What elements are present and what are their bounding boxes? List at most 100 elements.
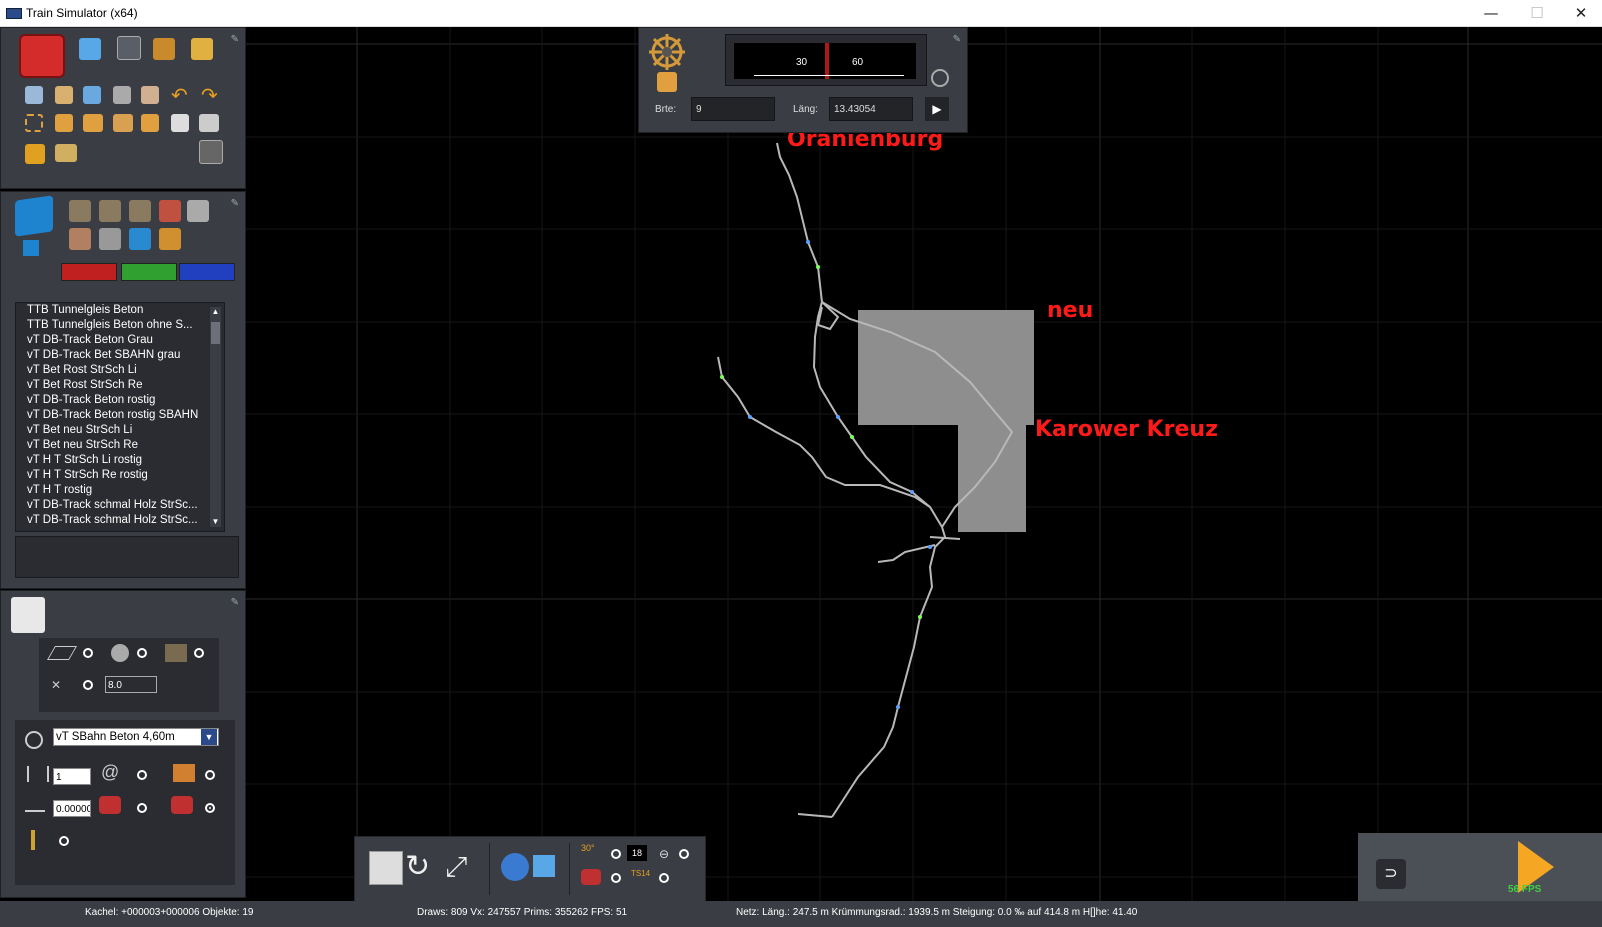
ball-icon[interactable] [199, 140, 223, 164]
trash-icon[interactable] [113, 86, 131, 104]
cube-icon[interactable] [15, 195, 53, 237]
magnet-ramp-radio[interactable] [205, 803, 215, 813]
monitor-icon[interactable] [83, 86, 101, 104]
split-icon[interactable] [55, 114, 73, 132]
plane-radio[interactable] [83, 648, 93, 658]
track-list-item[interactable]: vT Bet Rost StrSch Li [16, 363, 205, 378]
small-cube-icon[interactable] [23, 240, 39, 256]
play-small-button[interactable]: ▶ [925, 97, 949, 121]
grid-snap-icon[interactable] [171, 114, 189, 132]
track-list-item[interactable]: vT Bet neu StrSch Re [16, 438, 205, 453]
track-list-item[interactable]: vT DB-Track schmal Holz StrSc... [16, 513, 205, 528]
measure-icon[interactable] [55, 144, 77, 162]
track-list-item[interactable]: vT DB-Track Beton rostig SBAHN [16, 408, 205, 423]
spacing-radio[interactable] [83, 680, 93, 690]
rule-icon [25, 731, 43, 749]
favorites-red-icon[interactable] [61, 263, 117, 281]
track-list-item[interactable]: vT DB-Track Bet SBAHN grau [16, 348, 205, 363]
home-icon[interactable] [79, 38, 101, 60]
plane-icon [46, 646, 78, 660]
paste-icon[interactable] [55, 86, 73, 104]
fullscreen-icon[interactable] [369, 851, 403, 885]
sack-icon[interactable] [159, 228, 181, 250]
track-list-item[interactable]: TTB Tunnelgleis Beton ohne S... [16, 318, 205, 333]
play-box: ⊃ 56 FPS [1358, 833, 1602, 901]
track-list-item[interactable]: vT DB-Track Beton Grau [16, 333, 205, 348]
scroll-up-icon[interactable]: ▲ [211, 307, 220, 317]
duplicate-icon[interactable] [141, 86, 159, 104]
toolbox-icon[interactable] [19, 34, 65, 78]
join-icon[interactable] [83, 114, 103, 132]
length-input[interactable]: 13.43054 [829, 97, 913, 121]
close-button[interactable]: ✕ [1558, 0, 1602, 26]
track-list-item[interactable]: vT H T rostig [16, 483, 205, 498]
pin-icon[interactable]: ✎ [231, 198, 239, 209]
spacing-input[interactable]: 8.0 [105, 676, 157, 693]
redo-icon[interactable]: ↷ [201, 83, 218, 107]
angle-icon[interactable] [199, 114, 219, 132]
snap-icon[interactable] [141, 114, 159, 132]
track-list-item[interactable]: TTB Tunnelgleis Beton [16, 303, 205, 318]
disc-icon [111, 644, 129, 662]
disc-radio[interactable] [137, 648, 147, 658]
water-icon[interactable] [129, 228, 151, 250]
gradient-input[interactable]: 0.00000 [53, 800, 91, 817]
lock-radio[interactable] [679, 849, 689, 859]
camera-up-icon[interactable] [657, 72, 677, 92]
track-list-item[interactable]: vT Bet neu StrSch Li [16, 423, 205, 438]
scroll-thumb[interactable] [211, 322, 220, 344]
new-area-polygon [858, 310, 1034, 532]
ts-radio[interactable] [659, 873, 669, 883]
track-list[interactable]: TTB Tunnelgleis Beton TTB Tunnelgleis Bet… [15, 302, 225, 532]
pin-icon[interactable]: ✎ [231, 34, 239, 45]
count-input[interactable]: 1 [53, 768, 91, 785]
unlock-icon[interactable]: ⊃ [1376, 859, 1406, 889]
track-list-item[interactable]: vT DB-Track schmal Holz StrSc... [16, 498, 205, 513]
width-input[interactable]: 9 [691, 97, 775, 121]
minimize-button[interactable]: — [1468, 0, 1514, 26]
lock-icon[interactable]: ⊖ [659, 847, 669, 861]
checklist-icon[interactable] [11, 597, 45, 633]
connect-icon[interactable] [25, 144, 45, 164]
settings-gear-icon[interactable] [931, 69, 949, 87]
scroll-down-icon[interactable]: ▼ [211, 517, 220, 527]
maximize-button[interactable]: ☐ [1514, 0, 1560, 26]
layer-icon[interactable] [113, 114, 133, 132]
zoom-fit-icon[interactable]: ⤢ [445, 849, 467, 885]
track-list-item[interactable]: vT H T StrSch Li rostig [16, 453, 205, 468]
grid-radio[interactable] [611, 849, 621, 859]
bridge-icon[interactable] [69, 228, 91, 250]
magnet-toolbar-radio[interactable] [611, 873, 621, 883]
wall-icon[interactable] [159, 200, 181, 222]
ramp-radio[interactable] [205, 770, 215, 780]
rail-radio[interactable] [194, 648, 204, 658]
rotate-icon[interactable]: ↻ [405, 849, 430, 885]
compass-icon[interactable] [647, 32, 687, 72]
favorites-green-icon[interactable] [121, 263, 177, 281]
select-rect-icon[interactable] [25, 114, 43, 132]
track-type-2-icon[interactable] [99, 200, 121, 222]
track-tool-icon[interactable] [117, 36, 141, 60]
train-icon[interactable] [191, 38, 213, 60]
undo-icon[interactable]: ↶ [171, 83, 188, 107]
chevron-down-icon[interactable]: ▼ [201, 729, 217, 745]
brush-icon[interactable] [153, 38, 175, 60]
pin-icon[interactable]: ✎ [231, 597, 239, 608]
pin-icon[interactable]: ✎ [953, 34, 961, 45]
track-list-item[interactable]: vT DB-Track Beton rostig [16, 393, 205, 408]
tunnel-icon[interactable] [99, 228, 121, 250]
favorites-blue-icon[interactable] [179, 263, 235, 281]
world-icon[interactable] [501, 853, 529, 881]
pole-radio[interactable] [59, 836, 69, 846]
track-type-1-icon[interactable] [69, 200, 91, 222]
list-scrollbar[interactable]: ▲ ▼ [210, 307, 221, 527]
magnet-radio[interactable] [137, 803, 147, 813]
road-icon[interactable] [187, 200, 209, 222]
spiral-radio[interactable] [137, 770, 147, 780]
track-list-item[interactable]: vT H T StrSch Re rostig [16, 468, 205, 483]
home-view-icon[interactable] [533, 855, 555, 877]
copy-icon[interactable] [25, 86, 43, 104]
rule-select[interactable]: vT SBahn Beton 4,60m [53, 728, 219, 746]
track-type-3-icon[interactable] [129, 200, 151, 222]
track-list-item[interactable]: vT Bet Rost StrSch Re [16, 378, 205, 393]
